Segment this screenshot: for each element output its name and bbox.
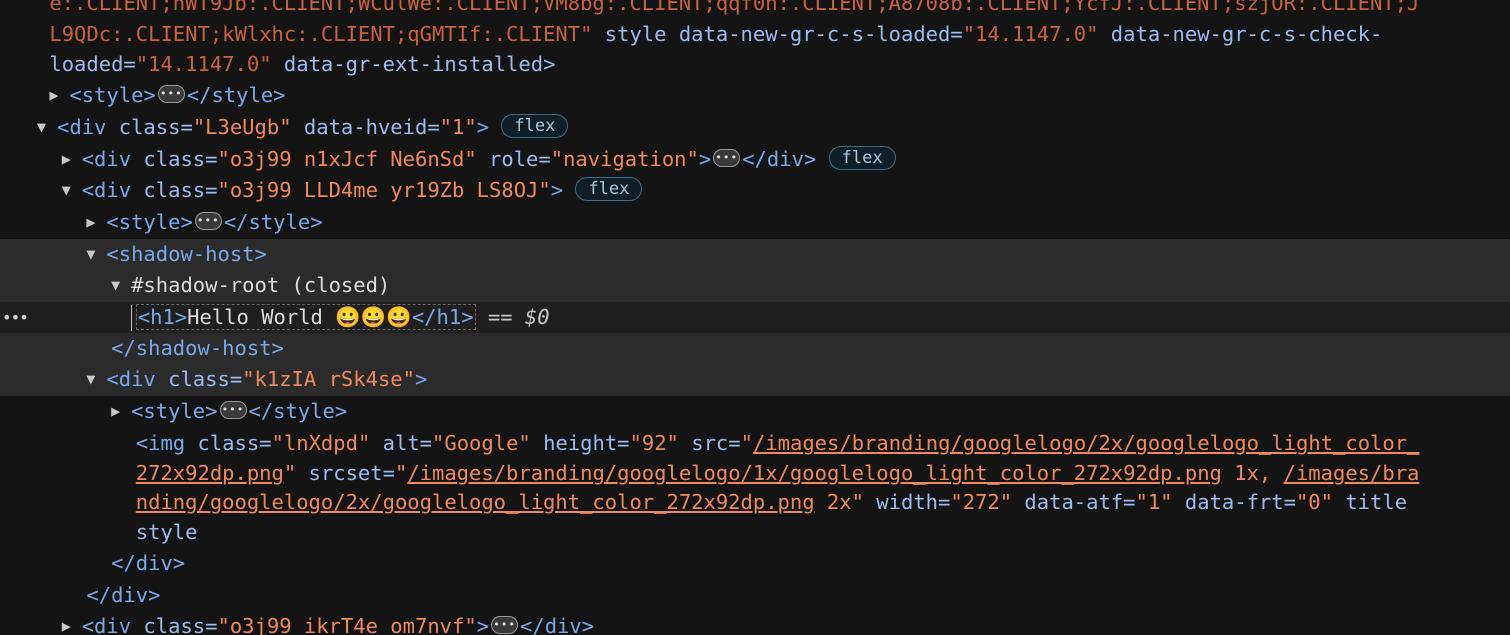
dom-node-h1-selected[interactable]: ••• <h1>Hello World 😀😀😀</h1> == $0	[0, 302, 1510, 334]
ext-installed-attr: data-gr-ext-installed	[271, 52, 544, 76]
dom-node-img[interactable]: <img class="lnXdpd" alt="Google" height=…	[0, 428, 1510, 460]
srcset-link-2x[interactable]: /images/bra	[1284, 461, 1420, 485]
collapse-triangle-icon[interactable]: ▼	[37, 112, 57, 144]
dom-node-style[interactable]: ▶<style></style>	[0, 78, 1510, 112]
attr-continuation-line: L9QDc:.CLIENT;kWlxhc:.CLIENT;qGMTIf:.CLI…	[0, 19, 1510, 51]
dom-node-shadow-host[interactable]: ▼ <shadow-host>	[0, 239, 1510, 271]
dom-node-div-k1zia[interactable]: ▼ <div class="k1zIA rSk4se">	[0, 364, 1510, 396]
loaded-attr: loaded=	[49, 52, 136, 76]
collapse-triangle-icon[interactable]: ▼	[62, 175, 82, 207]
dom-node-img-cont: nding/googlelogo/2x/googlelogo_light_col…	[135, 490, 1408, 514]
jsmodel-value: L9QDc:.CLIENT;kWlxhc:.CLIENT;qGMTIf:.CLI…	[49, 22, 593, 46]
dom-node-div-lld4me[interactable]: ▼ <div class="o3j99 LLD4me yr19Zb LS8OJ">…	[0, 175, 1510, 207]
console-ref: $0	[524, 305, 550, 329]
ellipsis-icon[interactable]	[219, 394, 247, 426]
dom-node-shadow-host-close[interactable]: </shadow-host>	[0, 333, 1510, 365]
dom-node-div-navigation[interactable]: ▶ <div class="o3j99 n1xJcf Ne6nSd" role="…	[0, 142, 1510, 176]
srcset-link-2x[interactable]: nding/googlelogo/2x/googlelogo_light_col…	[136, 490, 815, 514]
dom-node-shadow-root[interactable]: ▼ #shadow-root (closed)	[0, 270, 1510, 302]
flex-badge[interactable]: flex	[828, 146, 896, 170]
expand-triangle-icon[interactable]: ▶	[62, 611, 82, 635]
flex-badge[interactable]: flex	[575, 177, 643, 201]
loaded-value: "14.1147.0"	[962, 22, 1099, 46]
dom-node-style[interactable]: ▶<style></style>	[0, 205, 1510, 239]
attr-continuation-line: e:.CLIENT;hWT9Jb:.CLIENT;WCulWe:.CLIENT;…	[0, 0, 1510, 20]
style-attr: style data-new-gr-c-s-loaded=	[592, 22, 963, 46]
h1-text: Hello World 😀😀😀	[187, 305, 412, 329]
ellipsis-icon[interactable]	[157, 78, 185, 110]
collapse-triangle-icon[interactable]: ▼	[86, 364, 106, 396]
more-options-icon[interactable]: •••	[2, 302, 29, 334]
dom-node-div-close[interactable]: </div>	[0, 580, 1510, 612]
dom-node-img-cont: 272x92dp.png" srcset="/images/branding/g…	[135, 461, 1420, 485]
dom-node-div-close[interactable]: </div>	[0, 548, 1510, 580]
dom-node-div-l3eugb[interactable]: ▼ <div class="L3eUgb" data-hveid="1"> fle…	[0, 112, 1510, 144]
collapse-triangle-icon[interactable]: ▼	[111, 270, 131, 302]
ellipsis-icon[interactable]	[713, 142, 741, 174]
dom-node-img-cont: style	[135, 520, 198, 544]
tree-guide-line	[131, 305, 132, 331]
attr-continuation-line: loaded="14.1147.0" data-gr-ext-installed…	[49, 52, 556, 76]
dom-node-style[interactable]: ▶<style></style>	[0, 394, 1510, 428]
flex-badge[interactable]: flex	[501, 114, 569, 138]
check-attr: data-new-gr-c-s-check-	[1098, 22, 1383, 46]
expand-triangle-icon[interactable]: ▶	[49, 80, 69, 112]
src-link[interactable]: /images/branding/googlelogo/2x/googlelog…	[753, 431, 1419, 455]
expand-triangle-icon[interactable]: ▶	[86, 207, 106, 239]
ellipsis-icon[interactable]	[194, 205, 222, 237]
ellipsis-icon[interactable]	[491, 609, 519, 635]
expand-triangle-icon[interactable]: ▶	[111, 396, 131, 428]
expand-triangle-icon[interactable]: ▶	[62, 144, 82, 176]
loaded-value: "14.1147.0"	[135, 52, 272, 76]
srcset-link-1x[interactable]: /images/branding/googlelogo/1x/googlelog…	[407, 461, 1222, 485]
jsmodel-value: e:.CLIENT;hWT9Jb:.CLIENT;WCulWe:.CLIENT;…	[49, 0, 1420, 15]
dom-node-div-ikrt4e[interactable]: ▶<div class="o3j99 ikrT4e om7nvf"></div>	[0, 609, 1510, 635]
selected-element[interactable]: <h1>Hello World 😀😀😀</h1>	[135, 304, 476, 330]
src-link[interactable]: 272x92dp.png	[136, 461, 284, 485]
collapse-triangle-icon[interactable]: ▼	[86, 239, 106, 271]
